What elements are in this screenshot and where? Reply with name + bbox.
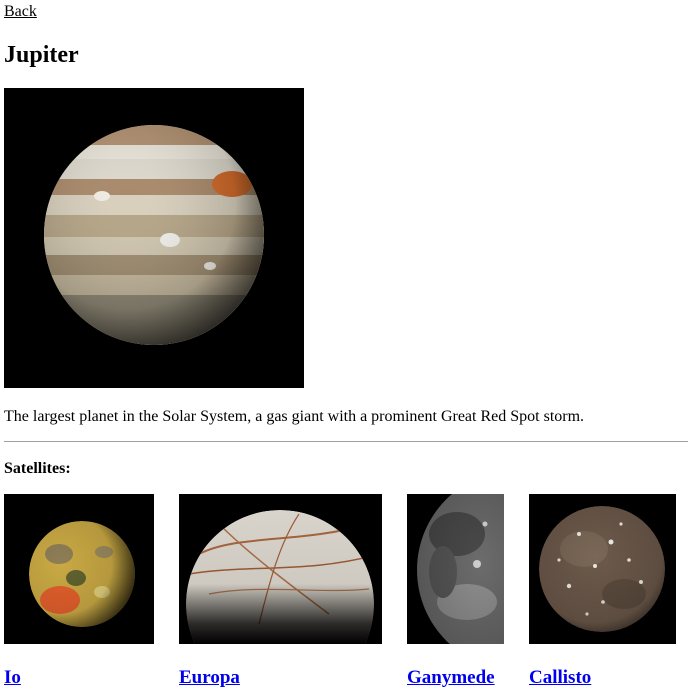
callisto-image[interactable] bbox=[529, 494, 676, 644]
satellite-card-europa: Europa bbox=[179, 494, 382, 694]
io-image[interactable] bbox=[4, 494, 154, 644]
jupiter-image bbox=[4, 88, 304, 388]
satellite-link-ganymede[interactable]: Ganymede bbox=[407, 667, 495, 689]
satellite-link-europa[interactable]: Europa bbox=[179, 667, 240, 689]
ganymede-image[interactable] bbox=[407, 494, 504, 644]
planet-description: The largest planet in the Solar System, … bbox=[4, 408, 585, 425]
satellite-link-io[interactable]: Io bbox=[4, 667, 21, 689]
satellite-card-ganymede: Ganymede bbox=[407, 494, 504, 688]
satellite-link-callisto[interactable]: Callisto bbox=[529, 667, 591, 689]
satellite-card-io: Io bbox=[4, 494, 154, 688]
europa-image[interactable] bbox=[179, 494, 382, 694]
back-link[interactable]: Back bbox=[4, 3, 37, 21]
page-title: Jupiter bbox=[4, 42, 79, 68]
satellites-heading: Satellites: bbox=[4, 460, 71, 477]
satellite-card-callisto: Callisto bbox=[529, 494, 676, 688]
section-divider bbox=[4, 441, 688, 442]
